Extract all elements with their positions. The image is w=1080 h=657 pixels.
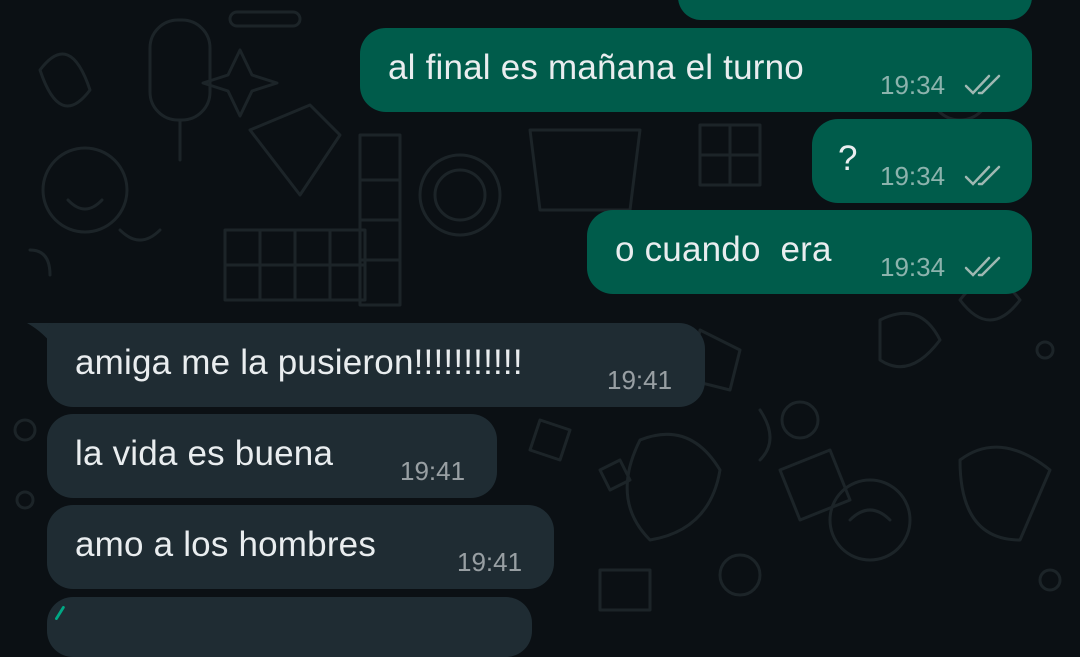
message-time: 19:41 bbox=[400, 456, 466, 486]
message-bubble-incoming[interactable]: la vida es buena 19:41 bbox=[47, 414, 497, 498]
message-text: amiga me la pusieron!!!!!!!!!!! bbox=[75, 343, 523, 382]
message-text: la vida es buena bbox=[75, 434, 334, 473]
message-time: 19:41 bbox=[457, 547, 523, 577]
bubble-tail bbox=[55, 606, 65, 620]
read-double-tick-icon bbox=[964, 165, 1001, 186]
message-time: 19:41 bbox=[607, 365, 673, 395]
message-bubble-incoming[interactable]: amiga me la pusieron!!!!!!!!!!! 19:41 bbox=[47, 323, 705, 407]
message-bubble-outgoing[interactable]: o cuando era 19:34 bbox=[587, 210, 1032, 294]
read-double-tick-icon bbox=[964, 74, 1001, 95]
message-bubble-partial bbox=[678, 0, 1032, 20]
message-bubble-outgoing[interactable]: ? 19:34 bbox=[812, 119, 1032, 203]
message-text: al final es mañana el turno bbox=[388, 48, 804, 87]
message-bubble-incoming[interactable]: amo a los hombres 19:41 bbox=[47, 505, 554, 589]
message-bubble-outgoing[interactable]: al final es mañana el turno 19:34 bbox=[360, 28, 1032, 112]
message-text: ? bbox=[838, 139, 858, 178]
message-time: 19:34 bbox=[880, 252, 946, 282]
read-double-tick-icon bbox=[964, 256, 1001, 277]
message-time: 19:34 bbox=[880, 70, 946, 100]
message-text: amo a los hombres bbox=[75, 525, 377, 564]
message-time: 19:34 bbox=[880, 161, 946, 191]
message-text: o cuando era bbox=[615, 230, 832, 269]
message-bubble-partial bbox=[47, 597, 532, 657]
